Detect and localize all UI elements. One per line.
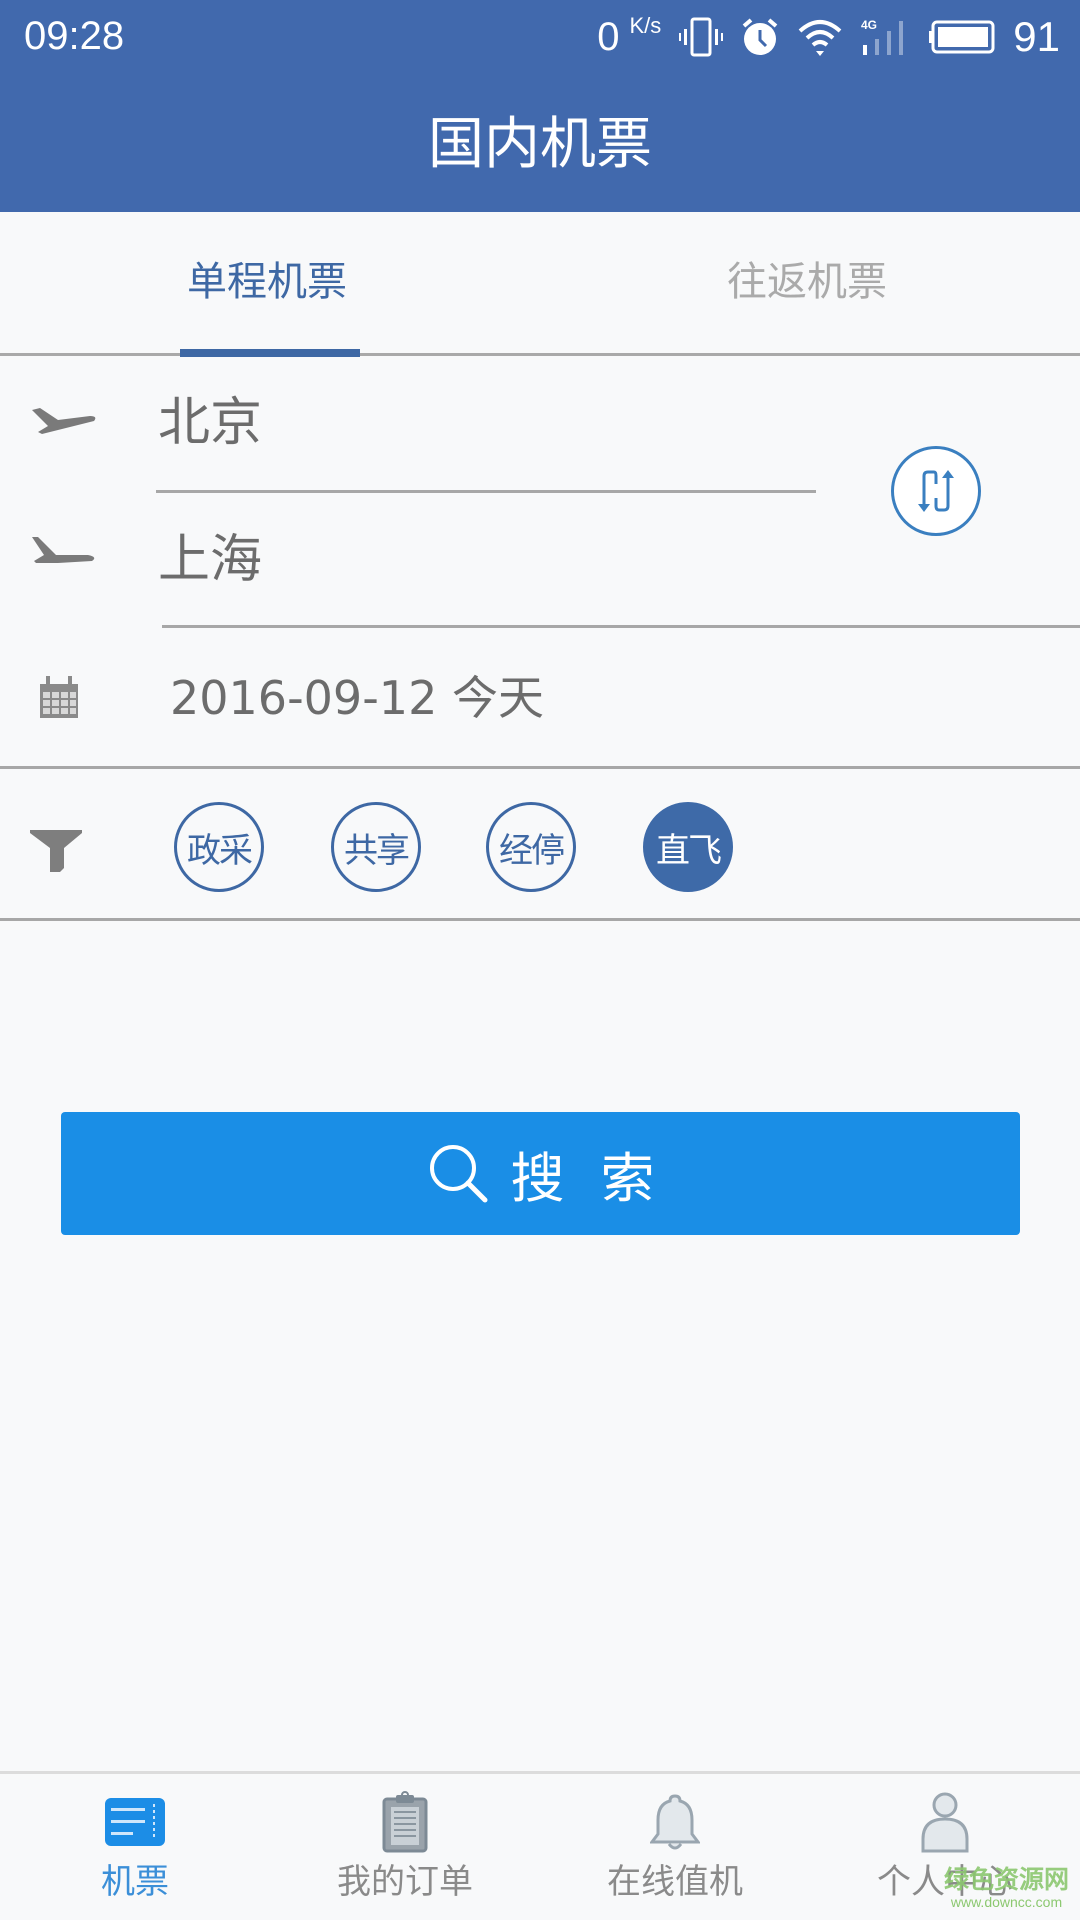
ticket-icon [105, 1792, 165, 1852]
departure-date[interactable]: 2016-09-12 今天 [170, 670, 544, 726]
filter-icon [30, 830, 82, 872]
net-speed: 0 K/s [597, 12, 662, 59]
wifi-icon [798, 20, 842, 56]
filter-chip-stopover[interactable]: 经停 [486, 802, 576, 892]
person-icon [915, 1792, 975, 1853]
battery-icon [929, 20, 995, 54]
tab-one-way[interactable]: 单程机票 [187, 257, 347, 307]
bell-icon [645, 1792, 705, 1852]
trip-type-tabs: 单程机票 往返机票 [0, 212, 1080, 357]
route-divider [156, 490, 816, 493]
swap-icon [918, 470, 954, 512]
status-time: 09:28 [24, 14, 125, 58]
nav-my-orders[interactable]: 我的订单 [270, 1774, 540, 1920]
date-value: 2016-09-12 [170, 671, 438, 725]
arrival-divider [162, 625, 1080, 628]
filter-divider [0, 918, 1080, 921]
search-button[interactable]: 搜索 [61, 1112, 1020, 1235]
arrival-plane-icon [32, 537, 95, 563]
battery-level: 91 [1013, 13, 1060, 60]
bottom-nav: 机票 我的订单 在线值机 个人中心 [0, 1771, 1080, 1920]
filter-chip-government[interactable]: 政采 [174, 802, 264, 892]
nav-tickets[interactable]: 机票 [0, 1774, 270, 1920]
clipboard-icon [375, 1791, 435, 1853]
departure-plane-icon [32, 408, 96, 434]
filter-chip-direct[interactable]: 直飞 [643, 802, 733, 892]
page-title: 国内机票 [428, 112, 652, 177]
calendar-icon [40, 676, 78, 718]
date-divider [0, 766, 1080, 769]
watermark-name: 绿色资源网 [944, 1865, 1070, 1894]
vibrate-icon [679, 17, 724, 57]
tab-round-trip[interactable]: 往返机票 [727, 257, 887, 307]
date-relative: 今天 [451, 671, 544, 725]
active-tab-indicator [180, 349, 360, 357]
signal-icon: 4G [861, 18, 904, 55]
filter-chip-shared[interactable]: 共享 [331, 802, 421, 892]
search-icon [429, 1144, 487, 1202]
nav-tickets-label: 机票 [101, 1862, 169, 1902]
svg-text:4G: 4G [861, 18, 877, 32]
watermark: 绿色资源网 www.downcc.com [944, 1865, 1070, 1911]
departure-city[interactable]: 北京 [158, 393, 262, 453]
watermark-url: www.downcc.com [950, 1894, 1063, 1910]
alarm-icon [742, 18, 778, 55]
nav-my-orders-label: 我的订单 [337, 1862, 473, 1902]
search-label: 搜索 [510, 1147, 691, 1210]
nav-online-checkin-label: 在线值机 [607, 1862, 743, 1902]
status-icons: 0 K/s 4G 91 [597, 12, 1060, 60]
swap-cities-button[interactable] [891, 446, 981, 536]
arrival-city[interactable]: 上海 [158, 530, 262, 590]
tab-divider [0, 353, 1080, 356]
nav-online-checkin[interactable]: 在线值机 [540, 1774, 810, 1920]
